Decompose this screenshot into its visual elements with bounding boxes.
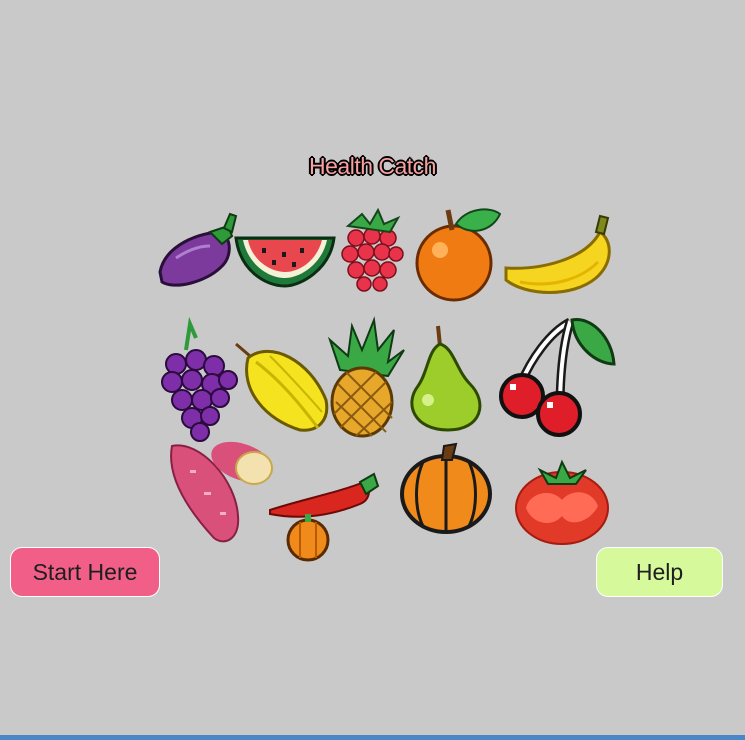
pumpkin-icon (400, 442, 492, 534)
raspberry-icon (341, 207, 404, 292)
tomato-icon (515, 459, 609, 545)
help-button[interactable]: Help (596, 547, 723, 597)
banana-icon (504, 214, 611, 294)
starfruit-icon (235, 342, 329, 432)
fruit-grid (158, 207, 616, 562)
pineapple-icon (327, 316, 405, 438)
chili-pepper-icon (269, 472, 380, 562)
start-here-button[interactable]: Start Here (10, 547, 160, 597)
sweet-potato-icon (170, 441, 273, 543)
eggplant-icon (158, 212, 238, 287)
bottom-bar (0, 735, 745, 740)
orange-icon (415, 208, 502, 302)
pear-icon (410, 325, 482, 432)
grapes-icon (161, 316, 238, 442)
cherries-icon (499, 317, 616, 437)
watermelon-icon (234, 236, 336, 288)
